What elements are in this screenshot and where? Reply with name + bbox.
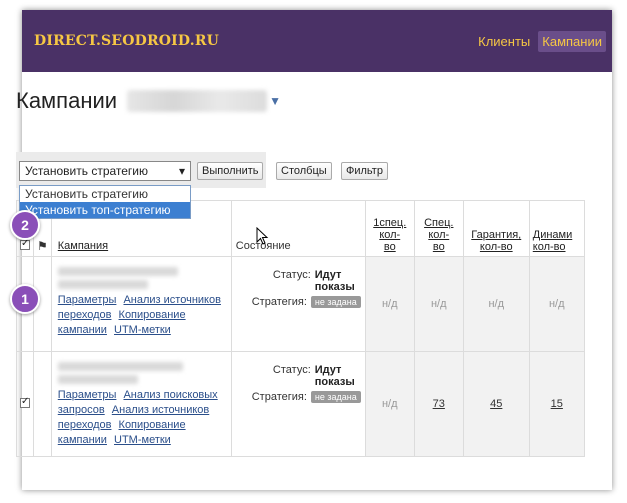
guarantee-value-link[interactable]: 45 <box>490 398 502 410</box>
sort-1spec-link[interactable]: 1спец. кол-во <box>373 217 406 253</box>
strategy-line: Стратегия: не задана <box>236 391 361 403</box>
sort-campaign-link[interactable]: Кампания <box>58 240 108 252</box>
dropdown-option-set-top-strategy[interactable]: Установить топ-стратегию <box>20 202 190 218</box>
link-parameters[interactable]: Параметры <box>58 389 117 401</box>
cell-1spec: н/д <box>364 256 415 352</box>
select-all-checkbox[interactable] <box>20 238 30 250</box>
blurred-campaign-name <box>57 267 178 276</box>
page-title-row: Кампании ▼ <box>16 88 281 114</box>
strategy-line: Стратегия: не задана <box>236 296 361 308</box>
campaign-cell: Параметры Анализ источников переходов Ко… <box>50 256 232 352</box>
header-state: Состояние <box>230 200 366 257</box>
main-nav: Клиенты Кампании <box>474 30 606 52</box>
bulk-action-select[interactable]: Установить стратегию ▾ <box>19 161 191 181</box>
nav-campaigns[interactable]: Кампании <box>538 30 606 52</box>
client-dropdown-caret-icon[interactable]: ▼ <box>269 94 281 108</box>
cell-dynamic: 15 <box>528 351 585 457</box>
cell-guarantee: н/д <box>462 256 530 352</box>
strategy-badge: не задана <box>310 296 361 308</box>
row-checkbox[interactable] <box>20 396 30 408</box>
status-label: Статус: <box>272 269 311 281</box>
sort-spec-link[interactable]: Спец. кол-во <box>424 217 453 253</box>
header-1spec: 1спец. кол-во <box>364 200 415 257</box>
campaign-cell: Параметры Анализ поисковых запросов Анал… <box>50 351 232 457</box>
filter-button[interactable]: Фильтр <box>341 162 388 180</box>
header-spec: Спец. кол-во <box>413 200 464 257</box>
header-dynamic-line1: Динами <box>532 229 573 241</box>
header-dynamic: Динами кол-во <box>528 200 585 257</box>
columns-button[interactable]: Столбцы <box>276 162 332 180</box>
blurred-campaign-id <box>57 375 138 384</box>
blurred-campaign-name <box>57 362 183 371</box>
header-1spec-line2: кол- <box>379 229 401 241</box>
campaign-links: Параметры Анализ источников переходов Ко… <box>58 293 225 338</box>
cell-1spec: н/д <box>364 351 415 457</box>
status-line: Статус: Идут показы <box>236 269 361 293</box>
campaigns-table: ⚑ Кампания Состояние 1спец.кол-во Спец.к… <box>16 200 585 457</box>
state-cell: Статус: Идут показы Стратегия: не задана <box>230 351 366 457</box>
bulk-action-select-value: Установить стратегию <box>25 164 149 178</box>
blurred-client-name <box>127 90 268 112</box>
header-spec-line2: кол- <box>428 229 450 241</box>
campaign-links: Параметры Анализ поисковых запросов Анал… <box>58 388 225 448</box>
cell-spec: 73 <box>413 351 464 457</box>
table-row: Параметры Анализ источников переходов Ко… <box>16 256 585 352</box>
header-guarantee-line1: Гарантия, <box>471 229 522 241</box>
link-parameters[interactable]: Параметры <box>58 294 117 306</box>
header-spec-line1: Спец. <box>424 217 454 229</box>
status-line: Статус: Идут показы <box>236 364 361 388</box>
mouse-cursor-icon <box>256 227 269 245</box>
strategy-label: Стратегия: <box>251 296 307 308</box>
page-title: Кампании <box>16 88 118 113</box>
nav-clients[interactable]: Клиенты <box>474 31 534 52</box>
flag-icon: ⚑ <box>37 239 48 253</box>
header-1spec-line3: во <box>383 241 396 253</box>
select-arrow-icon: ▾ <box>178 164 185 178</box>
header-spec-line3: во <box>432 241 445 253</box>
table-row: Параметры Анализ поисковых запросов Анал… <box>16 351 585 457</box>
brand-logo[interactable]: DIRECT.SEODROID.RU <box>34 33 219 49</box>
dropdown-option-set-strategy[interactable]: Установить стратегию <box>20 186 190 202</box>
cell-spec: н/д <box>413 256 464 352</box>
blurred-campaign-id <box>57 280 148 289</box>
link-utm[interactable]: UTM-метки <box>114 324 171 336</box>
row-flag-cell <box>33 351 52 457</box>
header-dynamic-line2: кол-во <box>532 241 566 253</box>
header-guarantee: Гарантия, кол-во <box>462 200 530 257</box>
cell-guarantee: 45 <box>462 351 530 457</box>
status-value: Идут показы <box>314 269 355 293</box>
step-marker-2: 2 <box>10 210 40 240</box>
strategy-badge: не задана <box>310 391 361 403</box>
status-label: Статус: <box>272 364 311 376</box>
status-value: Идут показы <box>314 364 355 388</box>
header-guarantee-line2: кол-во <box>479 241 513 253</box>
strategy-label: Стратегия: <box>251 391 307 403</box>
sort-dynamic-link[interactable]: Динами кол-во <box>533 229 573 253</box>
sort-guarantee-link[interactable]: Гарантия, кол-во <box>471 229 521 253</box>
step-marker-1: 1 <box>10 284 40 314</box>
row-checkbox-cell <box>16 351 34 457</box>
header-1spec-line1: 1спец. <box>373 217 407 229</box>
execute-button[interactable]: Выполнить <box>197 162 264 180</box>
state-cell: Статус: Идут показы Стратегия: не задана <box>230 256 366 352</box>
cell-dynamic: н/д <box>528 256 585 352</box>
bulk-action-dropdown: Установить стратегию Установить топ-стра… <box>19 185 191 219</box>
spec-value-link[interactable]: 73 <box>433 398 445 410</box>
top-navbar: DIRECT.SEODROID.RU Клиенты Кампании <box>22 10 612 72</box>
link-utm[interactable]: UTM-метки <box>114 434 171 446</box>
dynamic-value-link[interactable]: 15 <box>551 398 563 410</box>
